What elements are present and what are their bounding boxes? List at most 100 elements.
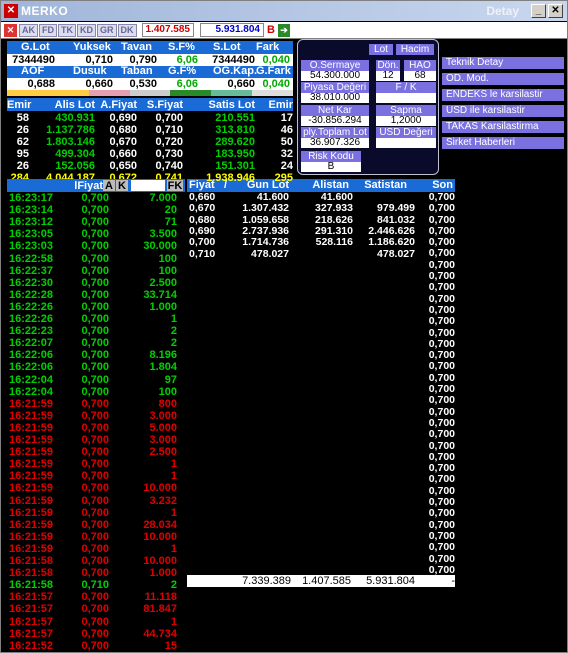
trade-time: 16:21:57 [9,591,54,604]
trade-lot: 1.804 [149,361,177,374]
orderbook-cell: 0,690 [109,112,137,124]
son-value: 0,700 [428,394,455,407]
son-value: 0,700 [428,507,455,520]
toolbar-tab-kd[interactable]: KD [77,23,96,37]
app-window: ✕ MERKO Detay _ ✕ ✕ AK FD TK KD GR DK 1.407.5… [0,0,568,653]
trade-time: 16:22:26 [9,300,54,313]
hacim-button[interactable]: Hacim [396,44,434,55]
trade-row: 16:21:57 0,700 81.847 [7,603,185,615]
trade-time: 16:23:12 [9,216,54,229]
depth-cell: 0,670 [189,202,216,215]
depth-cell: 979.499 [377,202,415,215]
trade-price: 0,700 [81,276,109,289]
side-button-1[interactable]: OD. Mod. [442,73,564,85]
risk-kodu-value: B [301,162,361,172]
orderbook-cell: 0,670 [109,136,137,148]
trade-lot: 100 [158,252,177,265]
trade-time: 16:21:58 [9,555,54,567]
close-button[interactable]: ✕ [548,4,563,18]
depth-cell: 1.186.620 [368,236,415,249]
trade-price: 0,700 [81,506,109,519]
trade-price: 0,700 [81,252,109,265]
orderbook-cell: 152.056 [55,160,95,172]
close-icon[interactable]: ✕ [4,23,17,37]
trade-row: 16:21:59 0,700 1 [7,470,185,482]
orderbook-header: Satis Lot [208,99,255,111]
toolbar-tab-tk[interactable]: TK [58,23,76,37]
lot-button[interactable]: Lot [369,44,393,55]
app-icon: ✕ [4,4,18,18]
toolbar-tab-ak[interactable]: AK [19,23,38,37]
quote-r2-header: OG.Kap. [213,65,258,77]
osermaye-value: 54.300.000 [301,71,369,81]
toolbar-tab-gr[interactable]: GR [97,23,117,37]
orderbook-cell: 0,660 [109,148,137,160]
depth-cell: 0,700 [189,236,216,249]
trades-fk-button[interactable]: FK [167,180,183,192]
trade-lot: 1.000 [149,300,177,313]
trade-lot: 3.232 [149,494,177,507]
trade-price: 0,700 [81,373,109,386]
minimize-button[interactable]: _ [531,4,546,18]
son-column: 0,700 0,700 0,700 0,700 0,700 0,700 0,700 0,700… [422,191,455,587]
fk-value [376,93,436,103]
ply-toplam-lot-value: 36.907.326 [301,138,369,148]
side-button-2[interactable]: ENDEKS le karsilastir [442,89,564,101]
depth-cell: 1.307.432 [242,202,289,215]
trades-filter-input[interactable] [131,180,165,191]
orderbook-cell: 32 [280,148,293,160]
sapma-value: 1,2000 [376,116,436,126]
trade-lot: 100 [158,385,177,398]
side-button-0[interactable]: Teknik Detay [442,57,564,69]
arrow-right-icon[interactable]: ➔ [278,23,290,37]
trade-row: 16:21:59 0,700 2.500 [7,446,185,458]
side-button-4[interactable]: TAKAS Karsilastirma [442,121,564,133]
toolbar-b-label[interactable]: B [267,24,278,37]
info-panel: Lot Hacim O.Sermaye 54.300.000 Dön. 12 HAO 68 Pi… [297,39,439,175]
trade-row: 16:21:59 0,700 5.000 [7,422,185,434]
depth-total: 1.407.585 [302,575,351,587]
trade-lot: 28.034 [143,518,177,531]
quote-r2-value: 0,688 [27,78,55,90]
orderbook-cell: 0,680 [109,124,137,136]
depth-cell: 528.116 [315,236,353,249]
trade-row: 16:22:28 0,700 33.714 [7,289,185,301]
hao-value: 68 [404,71,436,81]
trade-price: 0,700 [81,204,109,217]
trade-lot: 1 [170,615,177,628]
orderbook-cell: 26 [16,124,29,136]
trades-k-button[interactable]: K [116,180,128,192]
trade-row: 16:23:05 0,700 3.500 [7,228,185,240]
trade-row: 16:23:12 0,700 71 [7,216,185,228]
window-subtitle: Detay [486,4,519,18]
title-bar[interactable]: ✕ MERKO Detay _ ✕ [1,1,567,21]
toolbar-tab-dk[interactable]: DK [117,23,137,37]
trade-row: 16:21:58 0,710 2 [7,579,185,591]
trade-lot: 800 [158,397,177,410]
trade-price: 0,700 [81,409,109,422]
depth-header: Satistan [364,179,407,191]
trade-time: 16:21:57 [9,603,54,616]
trade-time: 16:22:06 [9,361,54,374]
trade-time: 16:22:06 [9,349,54,362]
side-button-3[interactable]: USD ile karsilastir [442,105,564,117]
quote-r2-header: G.F% [168,65,197,77]
trade-price: 0,700 [81,192,109,204]
trade-row: 16:22:07 0,700 2 [7,337,185,349]
trades-a-button[interactable]: A [103,180,115,192]
trades-price-header: lFiyat [74,180,103,192]
trade-row: 16:21:59 0,700 1 [7,458,185,470]
toolbar-tab-fd[interactable]: FD [39,23,57,37]
trade-price: 0,700 [81,325,109,338]
orderbook-cell: 1.137.786 [46,124,95,136]
trade-time: 16:22:26 [9,313,54,325]
trade-lot: 3.000 [149,434,177,446]
side-button-5[interactable]: Sirket Haberleri [442,137,564,149]
trade-row: 16:21:57 0,700 11.118 [7,591,185,603]
orderbook-cell: 0,650 [109,160,137,172]
trade-time: 16:22:30 [9,276,54,289]
depth-cell: 327.933 [315,202,353,215]
trade-time: 16:21:59 [9,434,54,446]
trade-lot: 1 [170,470,177,483]
trade-lot: 7.000 [149,192,177,204]
